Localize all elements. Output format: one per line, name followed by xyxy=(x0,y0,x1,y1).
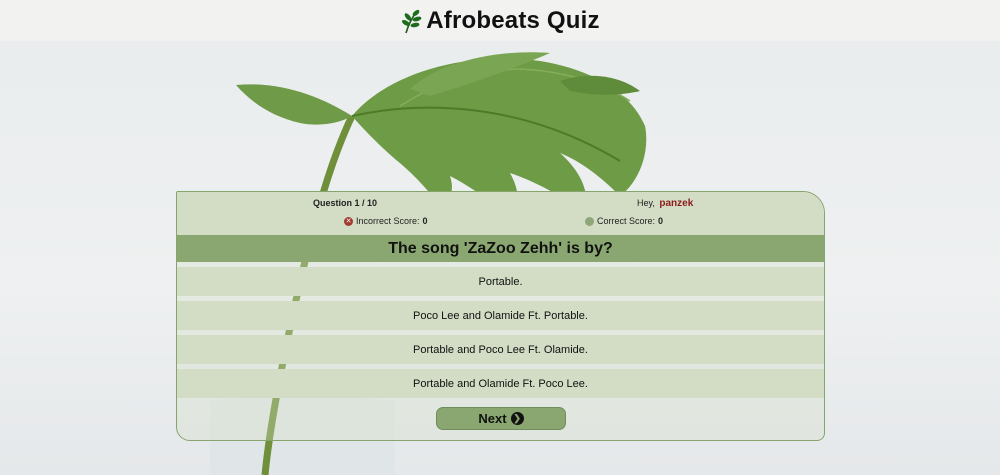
incorrect-score-value: 0 xyxy=(422,216,428,226)
incorrect-score-label: Incorrect Score: xyxy=(356,216,420,226)
answer-option[interactable]: Portable and Olamide Ft. Poco Lee. xyxy=(177,369,824,398)
answer-option[interactable]: Portable. xyxy=(177,267,824,296)
correct-score: Correct Score: 0 xyxy=(585,216,663,226)
next-button[interactable]: Next ❯ xyxy=(436,407,566,430)
close-icon: ✕ xyxy=(344,216,353,226)
user-greeting: Hey, panzek xyxy=(637,198,693,209)
correct-score-value: 0 xyxy=(658,216,664,226)
app-header: Afrobeats Quiz xyxy=(0,0,1000,41)
username: panzek xyxy=(659,198,694,209)
incorrect-score: ✕ Incorrect Score: 0 xyxy=(344,216,428,226)
quiz-card: Question 1 / 10 Hey, panzek ✕ Incorrect … xyxy=(176,191,825,441)
leaf-icon xyxy=(402,9,422,33)
answer-option[interactable]: Portable and Poco Lee Ft. Olamide. xyxy=(177,335,824,364)
status-panel: Question 1 / 10 Hey, panzek ✕ Incorrect … xyxy=(177,192,824,235)
correct-score-label: Correct Score: xyxy=(597,216,656,226)
question-text: The song 'ZaZoo Zehh' is by? xyxy=(177,235,824,262)
answer-option[interactable]: Poco Lee and Olamide Ft. Portable. xyxy=(177,301,824,330)
greeting-text: Hey, xyxy=(637,198,655,208)
check-icon xyxy=(585,216,594,226)
next-button-label: Next xyxy=(478,411,507,426)
question-counter: Question 1 / 10 xyxy=(313,198,378,208)
arrow-right-circle-icon: ❯ xyxy=(510,412,524,425)
app-title: Afrobeats Quiz xyxy=(426,6,600,34)
